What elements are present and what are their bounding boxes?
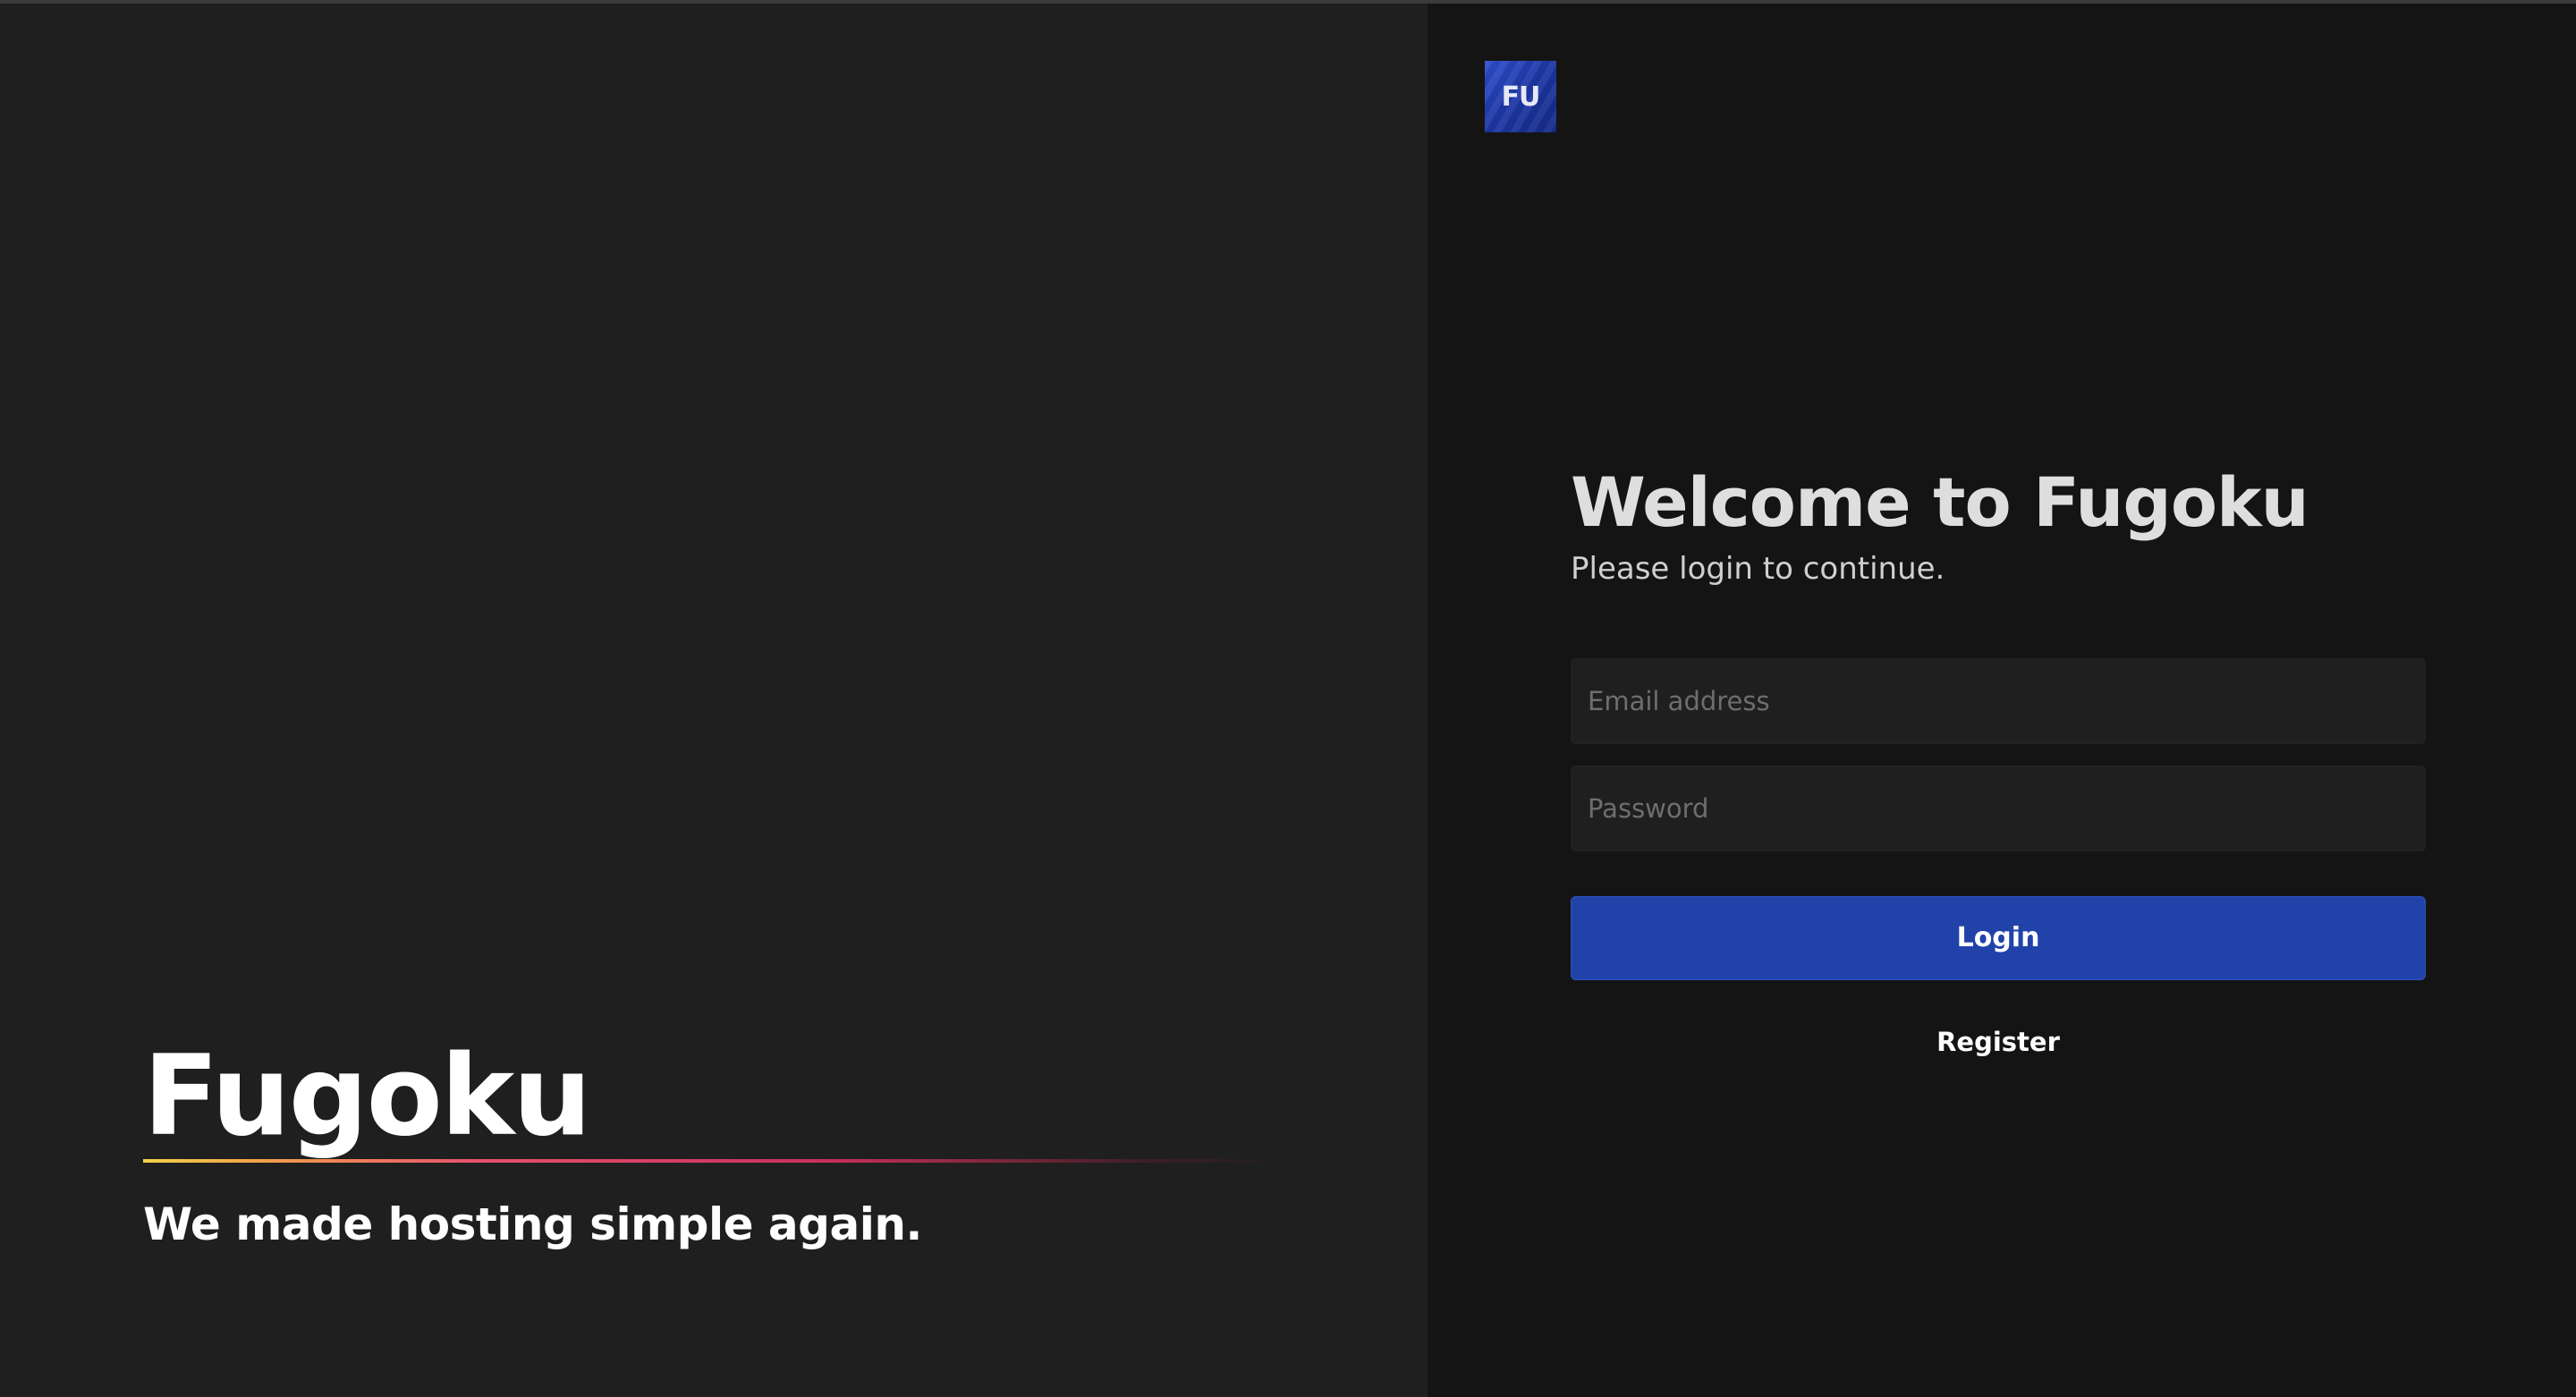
- welcome-subtitle: Please login to continue.: [1571, 550, 1945, 587]
- register-link[interactable]: Register: [1571, 1027, 2426, 1057]
- brand-name: Fugoku: [143, 1032, 592, 1161]
- login-button[interactable]: Login: [1571, 895, 2426, 980]
- welcome-title: Welcome to Fugoku: [1571, 462, 2309, 542]
- login-form: Welcome to Fugoku Please login to contin…: [1571, 465, 2426, 1057]
- logo-text: FU: [1501, 80, 1541, 113]
- password-input[interactable]: [1571, 765, 2426, 851]
- brand-tagline: We made hosting simple again.: [143, 1198, 922, 1250]
- hero-panel: Fugoku We made hosting simple again.: [0, 4, 1428, 1397]
- email-input[interactable]: [1571, 657, 2426, 744]
- brand-block: Fugoku We made hosting simple again.: [143, 1041, 1279, 1250]
- logo-icon: FU: [1485, 61, 1556, 132]
